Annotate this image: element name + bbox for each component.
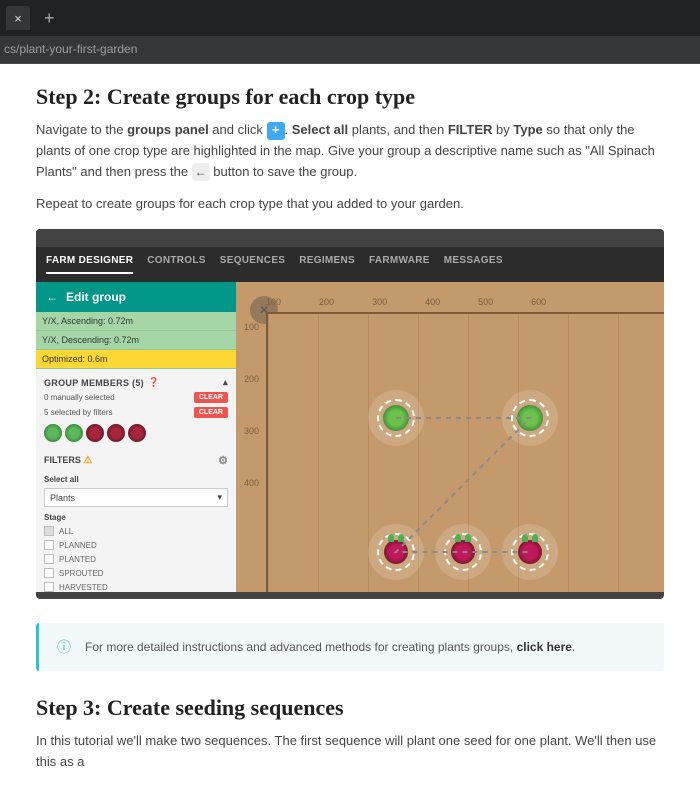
select-all-label: Select all (36, 471, 236, 486)
map-crop-spinach[interactable] (377, 399, 415, 437)
stage-checkbox-planted[interactable]: PLANTED (36, 552, 236, 566)
document-content: Step 2: Create groups for each crop type… (0, 64, 700, 805)
y-axis-ruler: 100200300400 (244, 322, 259, 488)
tab-sequences[interactable]: SEQUENCES (220, 255, 286, 274)
app-nav-tabs: FARM DESIGNER CONTROLS SEQUENCES REGIMEN… (36, 247, 664, 282)
clear-button[interactable]: CLEAR (194, 407, 228, 418)
beet-icon[interactable] (107, 424, 125, 442)
group-members-heading: GROUP MEMBERS (5) ❓ ▴ (36, 369, 236, 390)
clear-button[interactable]: CLEAR (194, 392, 228, 403)
filters-heading: FILTERS ⚠ ⚙ (36, 446, 236, 471)
info-icon: ⓘ (57, 637, 71, 657)
chevron-down-icon: ▾ (217, 492, 222, 503)
click-here-link[interactable]: click here (517, 640, 572, 654)
step-3-paragraph-1: In this tutorial we'll make two sequence… (36, 731, 664, 773)
new-tab-icon[interactable]: + (44, 8, 55, 29)
tab-regimens[interactable]: REGIMENS (299, 255, 355, 274)
plus-icon: + (267, 122, 285, 140)
step-2-heading: Step 2: Create groups for each crop type (36, 84, 664, 110)
panel-header: ← Edit group (36, 282, 236, 312)
manually-selected-row: 0 manually selected CLEAR (36, 390, 236, 405)
help-icon[interactable]: ❓ (148, 377, 160, 388)
sort-option[interactable]: Y/X, Ascending: 0.72m (36, 312, 236, 331)
tab-controls[interactable]: CONTROLS (147, 255, 206, 274)
filter-type-select[interactable]: Plants ▾ (44, 488, 228, 507)
step-2-paragraph-1: Navigate to the groups panel and click +… (36, 120, 664, 182)
tab-farmware[interactable]: FARMWARE (369, 255, 430, 274)
browser-tab-bar: × + (0, 0, 700, 36)
step-3-heading: Step 3: Create seeding sequences (36, 695, 664, 721)
close-icon[interactable]: × (6, 6, 30, 30)
back-icon[interactable]: ← (46, 290, 58, 304)
map-crop-beet[interactable] (511, 533, 549, 571)
stage-checkbox-planned[interactable]: PLANNED (36, 538, 236, 552)
chevron-up-icon[interactable]: ▴ (223, 377, 228, 388)
sort-option[interactable]: Y/X, Descending: 0.72m (36, 331, 236, 350)
beet-icon[interactable] (86, 424, 104, 442)
spinach-icon[interactable] (44, 424, 62, 442)
tab-farm-designer[interactable]: FARM DESIGNER (46, 255, 133, 274)
group-member-icons (36, 420, 236, 446)
step-2-paragraph-2: Repeat to create groups for each crop ty… (36, 194, 664, 215)
garden-map[interactable]: ✕ 100200300400500600 100200300400 (236, 282, 664, 592)
stage-label: Stage (36, 509, 236, 524)
url-bar[interactable]: cs/plant-your-first-garden (0, 36, 700, 64)
warning-icon: ⚠ (83, 455, 92, 466)
beet-icon[interactable] (128, 424, 146, 442)
map-crop-beet[interactable] (377, 533, 415, 571)
app-screenshot: FARM DESIGNER CONTROLS SEQUENCES REGIMEN… (36, 229, 664, 599)
filter-selected-row: 5 selected by filters CLEAR (36, 405, 236, 420)
edit-group-sidebar: ← Edit group Y/X, Ascending: 0.72m Y/X, … (36, 282, 236, 592)
map-crop-spinach[interactable] (511, 399, 549, 437)
back-arrow-icon: ← (192, 163, 210, 181)
gear-icon[interactable]: ⚙ (218, 454, 228, 467)
tab-messages[interactable]: MESSAGES (444, 255, 503, 274)
stage-checkbox-sprouted[interactable]: SPROUTED (36, 566, 236, 580)
stage-checkbox-all[interactable]: ALL (36, 524, 236, 538)
sort-option-optimized[interactable]: Optimized: 0.6m (36, 350, 236, 369)
stage-checkbox-harvested[interactable]: HARVESTED (36, 580, 236, 592)
info-banner: ⓘ For more detailed instructions and adv… (36, 623, 664, 671)
x-axis-ruler: 100200300400500600 (266, 297, 546, 307)
spinach-icon[interactable] (65, 424, 83, 442)
panel-title: Edit group (66, 290, 126, 304)
map-crop-beet[interactable] (444, 533, 482, 571)
